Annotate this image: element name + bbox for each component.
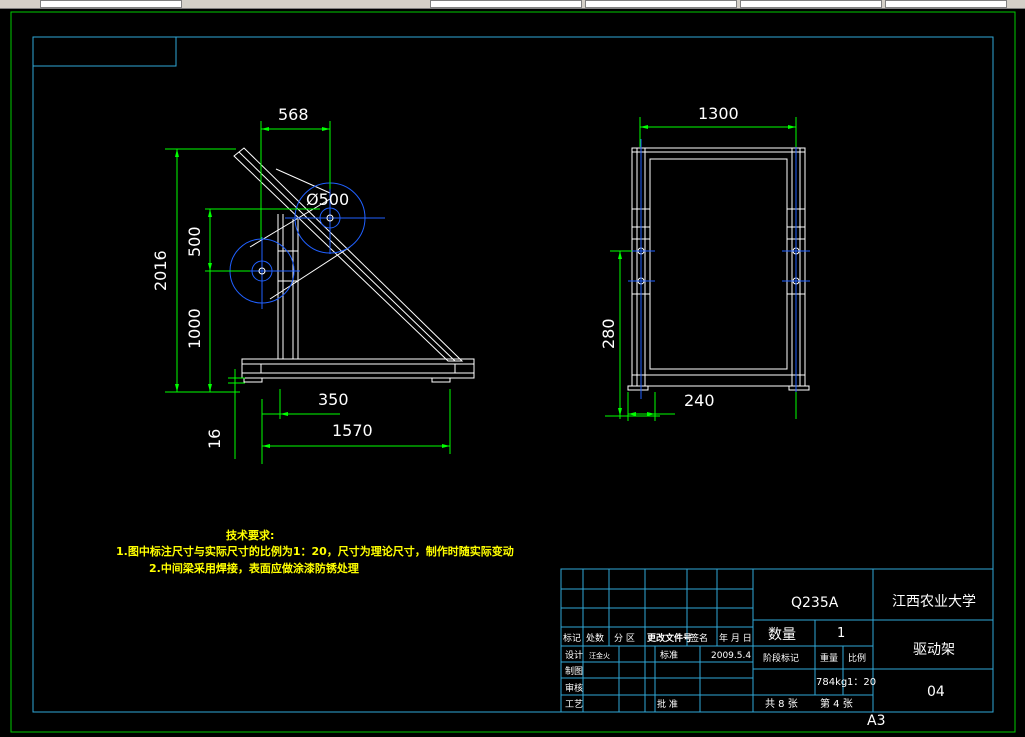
draw-label: 制图 xyxy=(565,665,583,677)
row-header-4: 签名 xyxy=(690,632,708,644)
sheets-total: 共 8 张 xyxy=(765,698,798,710)
design-date: 2009.5.4 xyxy=(711,651,751,661)
cad-toolbar xyxy=(0,0,1025,9)
designer-label: 设计 xyxy=(565,649,583,661)
dim-base-length: 1570 xyxy=(332,421,373,440)
scale-label: 比例 xyxy=(848,652,866,664)
style-dropdown[interactable] xyxy=(430,0,582,8)
row-header-3: 更改文件号 xyxy=(647,632,692,644)
scale-value: 1：20 xyxy=(847,677,876,688)
lineweight-dropdown[interactable] xyxy=(740,0,882,8)
notes-line1: 1.图中标注尺寸与实际尺寸的比例为1：20，尺寸为理论尺寸，制作时随实际变动 xyxy=(116,544,514,558)
drawing-number: 04 xyxy=(927,684,945,700)
designer-name: 汪金火 xyxy=(589,651,610,660)
dim-bearing-height: 280 xyxy=(599,318,618,349)
dim-top-width: 568 xyxy=(278,105,309,124)
row-header-1: 处数 xyxy=(586,632,604,644)
dim-side-width: 1300 xyxy=(698,104,739,123)
dim-height-total: 2016 xyxy=(151,250,170,291)
weight-label: 重量 xyxy=(820,652,838,664)
paper-size: A3 xyxy=(867,713,885,729)
dim-lower-height: 1000 xyxy=(185,308,204,349)
part-name: 驱动架 xyxy=(913,642,955,658)
weight-value: 784kg xyxy=(816,677,847,688)
dim-upper-offset: 500 xyxy=(185,226,204,257)
notes-title: 技术要求: xyxy=(226,528,274,542)
dim-foot-spacing: 240 xyxy=(684,391,715,410)
process-label: 工艺 xyxy=(565,699,583,710)
row-header-5: 年 月 日 xyxy=(719,632,752,644)
linetype-dropdown[interactable] xyxy=(585,0,737,8)
dim-foot-height: 16 xyxy=(205,429,224,449)
drawing-canvas[interactable]: 568 Ø500 2016 500 1000 350 1570 16 1300 … xyxy=(0,9,1025,737)
dim-pulley-diameter: Ø500 xyxy=(306,190,349,209)
notes-line2: 2.中间梁采用焊接，表面应做涂漆防锈处理 xyxy=(149,561,359,575)
dim-inner-width: 350 xyxy=(318,390,349,409)
school-name: 江西农业大学 xyxy=(892,594,976,610)
quantity-value: 1 xyxy=(837,626,845,641)
standard-label: 标准 xyxy=(660,649,678,661)
quantity-label: 数量 xyxy=(768,627,796,643)
material: Q235A xyxy=(791,595,839,611)
layer-dropdown[interactable] xyxy=(40,0,182,8)
stage-label: 阶段标记 xyxy=(763,652,799,664)
row-header-2: 分 区 xyxy=(614,633,635,644)
approve-label: 批 准 xyxy=(657,698,678,710)
row-header-0: 标记 xyxy=(563,632,581,644)
review-label: 审核 xyxy=(565,682,583,694)
sheet-number: 第 4 张 xyxy=(820,697,853,710)
plotstyle-dropdown[interactable] xyxy=(885,0,1007,8)
